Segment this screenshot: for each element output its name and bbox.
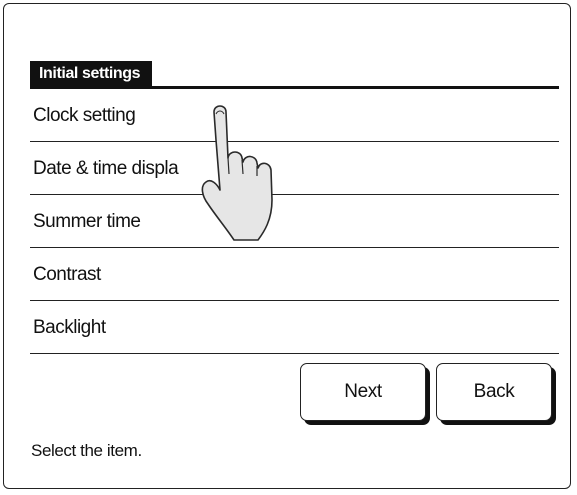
next-button[interactable]: Next	[300, 363, 426, 421]
pointing-hand-icon	[201, 105, 273, 241]
menu-item-summer-time[interactable]: Summer time	[30, 195, 559, 248]
page-title: Initial settings	[30, 61, 153, 87]
menu-item-backlight[interactable]: Backlight	[30, 301, 559, 354]
settings-menu: Clock setting Date & time displa Summer …	[30, 89, 559, 354]
back-button[interactable]: Back	[436, 363, 552, 421]
menu-item-contrast[interactable]: Contrast	[30, 248, 559, 301]
menu-item-date-time-display[interactable]: Date & time displa	[30, 142, 559, 195]
status-message: Select the item.	[31, 441, 142, 460]
menu-item-clock-setting[interactable]: Clock setting	[30, 89, 559, 142]
